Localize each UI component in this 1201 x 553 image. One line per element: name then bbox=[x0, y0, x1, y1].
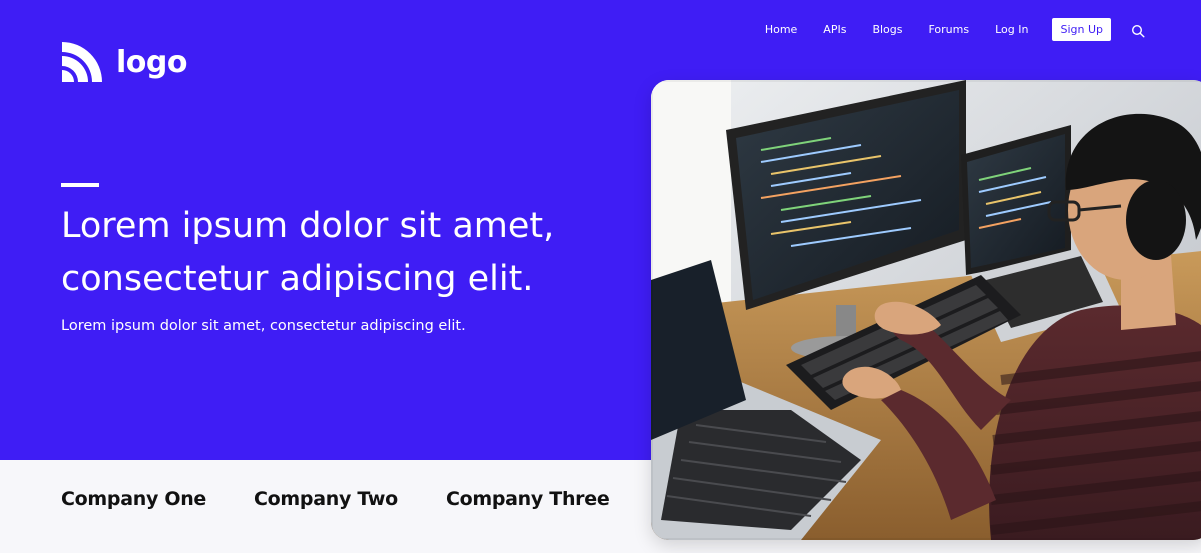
nav-forums-link[interactable]: Forums bbox=[928, 23, 969, 36]
hero-headline: Lorem ipsum dolor sit amet, consectetur … bbox=[61, 200, 621, 306]
company-two-logo: Company Two bbox=[254, 488, 398, 510]
hero-subtitle: Lorem ipsum dolor sit amet, consectetur … bbox=[61, 318, 466, 334]
hero-headline-line2: consectetur adipiscing elit. bbox=[61, 259, 534, 299]
search-icon[interactable] bbox=[1131, 23, 1145, 38]
nav-login-link[interactable]: Log In bbox=[995, 23, 1028, 36]
nav-apis-link[interactable]: APIs bbox=[823, 23, 846, 36]
hero-headline-line1: Lorem ipsum dolor sit amet, bbox=[61, 206, 555, 246]
nav-blogs-link[interactable]: Blogs bbox=[872, 23, 902, 36]
logo-text: logo bbox=[116, 44, 187, 80]
site-logo[interactable]: logo bbox=[60, 40, 187, 84]
signup-button[interactable]: Sign Up bbox=[1052, 18, 1111, 41]
accent-divider bbox=[61, 183, 99, 187]
top-nav: Home APIs Blogs Forums Log In Sign Up bbox=[765, 18, 1145, 41]
company-list: Company One Company Two Company Three bbox=[61, 488, 657, 510]
rss-icon bbox=[62, 42, 102, 82]
nav-home-link[interactable]: Home bbox=[765, 23, 797, 36]
hero-image bbox=[651, 80, 1201, 540]
company-one-logo: Company One bbox=[61, 488, 207, 510]
company-three-logo: Company Three bbox=[445, 488, 610, 510]
